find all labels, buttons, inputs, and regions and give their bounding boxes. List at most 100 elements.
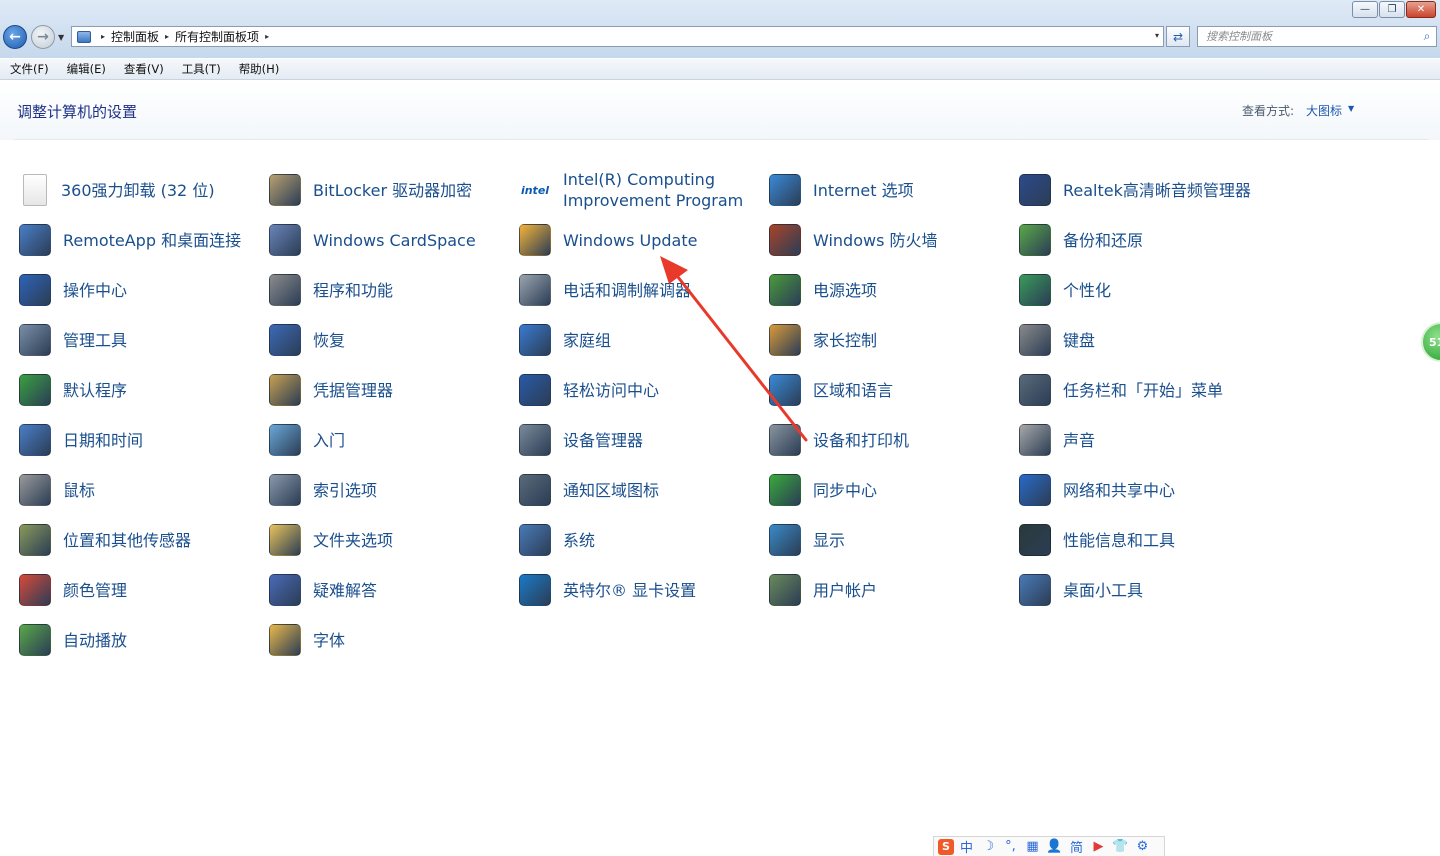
menu-file[interactable]: 文件(F) [0, 61, 57, 77]
control-panel-item[interactable]: 任务栏和「开始」菜单 [1017, 367, 1267, 413]
control-panel-item[interactable]: 电源选项 [767, 267, 1017, 313]
settings-icon[interactable]: ⚙ [1133, 839, 1152, 854]
control-panel-item-label[interactable]: Intel(R) Computing Improvement Program [563, 169, 753, 211]
control-panel-item[interactable]: Windows Update [517, 217, 767, 263]
menu-tools[interactable]: 工具(T) [172, 61, 229, 77]
control-panel-item-label[interactable]: 入门 [313, 430, 345, 451]
control-panel-item[interactable]: BitLocker 驱动器加密 [267, 167, 517, 213]
menu-edit[interactable]: 编辑(E) [57, 61, 114, 77]
control-panel-item-label[interactable]: 家长控制 [813, 330, 877, 351]
control-panel-item-label[interactable]: 轻松访问中心 [563, 380, 659, 401]
control-panel-item-label[interactable]: 用户帐户 [813, 580, 877, 601]
control-panel-item-label[interactable]: 凭据管理器 [313, 380, 393, 401]
control-panel-item-label[interactable]: 桌面小工具 [1063, 580, 1143, 601]
floating-badge[interactable]: 51 [1421, 322, 1440, 362]
control-panel-item[interactable]: RemoteApp 和桌面连接 [17, 217, 267, 263]
control-panel-item[interactable]: 同步中心 [767, 467, 1017, 513]
control-panel-item-label[interactable]: Windows 防火墙 [813, 230, 938, 251]
control-panel-item[interactable]: 凭据管理器 [267, 367, 517, 413]
keyboard-icon[interactable]: ▦ [1023, 839, 1042, 854]
control-panel-item[interactable]: 通知区域图标 [517, 467, 767, 513]
control-panel-item[interactable]: 恢复 [267, 317, 517, 363]
control-panel-item-label[interactable]: 任务栏和「开始」菜单 [1063, 380, 1223, 401]
control-panel-item-label[interactable]: 默认程序 [63, 380, 127, 401]
minimize-button[interactable]: — [1352, 1, 1378, 18]
control-panel-item-label[interactable]: 网络和共享中心 [1063, 480, 1175, 501]
forward-button[interactable]: → [31, 25, 55, 49]
recent-pages-dropdown[interactable]: ▼ [58, 33, 64, 42]
control-panel-item[interactable]: 设备管理器 [517, 417, 767, 463]
control-panel-item-label[interactable]: 区域和语言 [813, 380, 893, 401]
breadcrumb-separator[interactable]: ▸ [165, 32, 169, 41]
restore-button[interactable]: ❐ [1379, 1, 1405, 18]
control-panel-item-label[interactable]: 颜色管理 [63, 580, 127, 601]
chevron-down-icon[interactable]: ▼ [1348, 104, 1354, 113]
control-panel-item[interactable]: 自动播放 [17, 617, 267, 663]
control-panel-item[interactable]: 显示 [767, 517, 1017, 563]
control-panel-item[interactable]: Windows CardSpace [267, 217, 517, 263]
control-panel-item[interactable]: 字体 [267, 617, 517, 663]
skin-icon[interactable]: 👕 [1111, 839, 1130, 854]
back-button[interactable]: ← [3, 25, 27, 49]
view-by-dropdown[interactable]: 大图标 [1306, 102, 1342, 119]
control-panel-item-label[interactable]: 字体 [313, 630, 345, 651]
control-panel-item-label[interactable]: 疑难解答 [313, 580, 377, 601]
control-panel-item-label[interactable]: 程序和功能 [313, 280, 393, 301]
breadcrumb-separator[interactable]: ▸ [265, 32, 269, 41]
ime-mode-chinese[interactable]: 中 [957, 837, 976, 856]
control-panel-item-label[interactable]: 自动播放 [63, 630, 127, 651]
control-panel-item-label[interactable]: 电话和调制解调器 [563, 280, 691, 301]
control-panel-item[interactable]: intel Intel(R) Computing Improvement Prog… [517, 167, 767, 213]
control-panel-item[interactable]: 性能信息和工具 [1017, 517, 1267, 563]
control-panel-item-label[interactable]: 文件夹选项 [313, 530, 393, 551]
control-panel-item-label[interactable]: 家庭组 [563, 330, 611, 351]
control-panel-item-label[interactable]: 索引选项 [313, 480, 377, 501]
control-panel-item-label[interactable]: 通知区域图标 [563, 480, 659, 501]
control-panel-item-label[interactable]: RemoteApp 和桌面连接 [63, 230, 241, 251]
control-panel-item-label[interactable]: Internet 选项 [813, 180, 914, 201]
control-panel-item[interactable]: 电话和调制解调器 [517, 267, 767, 313]
control-panel-item-label[interactable]: 鼠标 [63, 480, 95, 501]
control-panel-item-label[interactable]: 性能信息和工具 [1063, 530, 1175, 551]
control-panel-item-label[interactable]: 恢复 [313, 330, 345, 351]
control-panel-item[interactable]: 英特尔® 显卡设置 [517, 567, 767, 613]
control-panel-item[interactable]: Realtek高清晰音频管理器 [1017, 167, 1267, 213]
control-panel-item-label[interactable]: Windows CardSpace [313, 230, 476, 251]
refresh-button[interactable]: ⇄ [1166, 26, 1190, 47]
control-panel-item-label[interactable]: Realtek高清晰音频管理器 [1063, 180, 1251, 201]
control-panel-item-label[interactable]: 备份和还原 [1063, 230, 1143, 251]
control-panel-item[interactable]: 家长控制 [767, 317, 1017, 363]
control-panel-item[interactable]: 键盘 [1017, 317, 1267, 363]
control-panel-item[interactable]: 日期和时间 [17, 417, 267, 463]
control-panel-item-label[interactable]: 个性化 [1063, 280, 1111, 301]
user-icon[interactable]: 👤 [1045, 839, 1064, 854]
video-icon[interactable]: ▶ [1089, 839, 1108, 854]
control-panel-item[interactable]: 操作中心 [17, 267, 267, 313]
address-bar[interactable]: ▸ 控制面板 ▸ 所有控制面板项 ▸ ▾ [71, 26, 1164, 47]
close-button[interactable]: ✕ [1406, 1, 1436, 18]
control-panel-item[interactable]: 程序和功能 [267, 267, 517, 313]
control-panel-item[interactable]: 家庭组 [517, 317, 767, 363]
address-dropdown[interactable]: ▾ [1155, 31, 1159, 40]
breadcrumb-separator[interactable]: ▸ [101, 32, 105, 41]
control-panel-item[interactable]: 鼠标 [17, 467, 267, 513]
control-panel-item-label[interactable]: 英特尔® 显卡设置 [563, 580, 696, 601]
control-panel-item[interactable]: 区域和语言 [767, 367, 1017, 413]
control-panel-item-label[interactable]: 日期和时间 [63, 430, 143, 451]
control-panel-item[interactable]: 轻松访问中心 [517, 367, 767, 413]
control-panel-item-label[interactable]: 操作中心 [63, 280, 127, 301]
control-panel-item[interactable]: 设备和打印机 [767, 417, 1017, 463]
control-panel-item[interactable]: 桌面小工具 [1017, 567, 1267, 613]
control-panel-item-label[interactable]: 位置和其他传感器 [63, 530, 191, 551]
control-panel-item-label[interactable]: 显示 [813, 530, 845, 551]
ime-simplified[interactable]: 简 [1067, 837, 1086, 856]
control-panel-item-label[interactable]: Windows Update [563, 230, 697, 251]
control-panel-item[interactable]: 备份和还原 [1017, 217, 1267, 263]
control-panel-item[interactable]: 入门 [267, 417, 517, 463]
control-panel-item[interactable]: Internet 选项 [767, 167, 1017, 213]
breadcrumb-control-panel[interactable]: 控制面板 [111, 28, 159, 45]
control-panel-item-label[interactable]: 电源选项 [813, 280, 877, 301]
search-icon[interactable]: ⌕ [1418, 29, 1436, 44]
control-panel-item-label[interactable]: 360强力卸载 (32 位) [61, 180, 215, 201]
control-panel-item[interactable]: 位置和其他传感器 [17, 517, 267, 563]
